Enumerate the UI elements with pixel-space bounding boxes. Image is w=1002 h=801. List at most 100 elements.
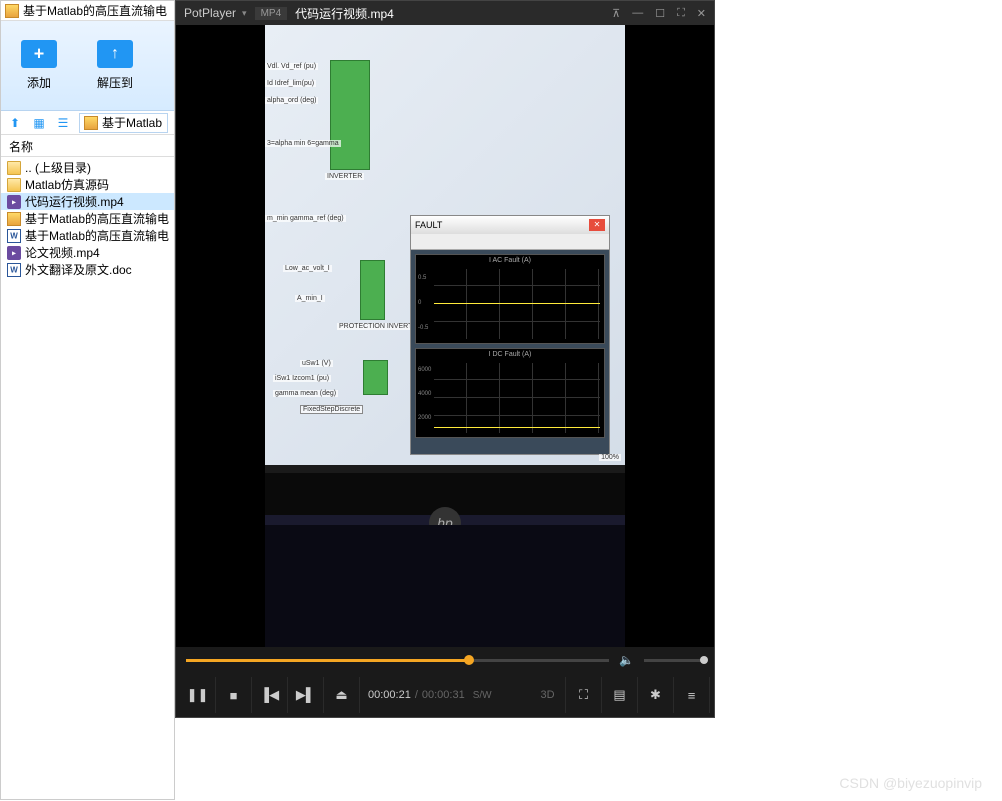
add-icon [21,40,57,68]
seek-bar[interactable] [186,659,609,662]
total-time: 00:00:31 [422,689,465,701]
nav-bar: ⬆ ▦ ☰ 基于Matlab [1,111,174,135]
inverter-label: INVERTER [325,173,364,180]
volume-thumb[interactable] [700,656,708,664]
scope2-title: I DC Fault (A) [416,349,604,360]
video-frame: INVERTER PROTECTION INVERTER FixedStepDi… [265,25,625,647]
doc-icon [7,229,21,243]
path-text: 基于Matlab [102,114,162,131]
signal-label: alpha_ord (deg) [265,97,318,104]
chevron-down-icon[interactable]: ▾ [242,8,247,19]
3d-button[interactable]: 3D [530,677,566,713]
ytick: 0 [418,300,421,306]
fault-titlebar: FAULT ✕ [411,216,609,234]
player-titlebar[interactable]: PotPlayer ▾ MP4 代码运行视频.mp4 ⊼ — ☐ ⛶ ✕ [176,1,714,25]
folder-icon [7,178,21,192]
list-item[interactable]: 代码运行视频.mp4 [1,193,174,210]
scope-trace [434,303,600,304]
list-item[interactable]: Matlab仿真源码 [1,176,174,193]
playlist-button[interactable]: ▤ [602,677,638,713]
fullscreen-icon[interactable]: ⛶ [677,7,685,20]
list-icon[interactable]: ☰ [55,115,71,131]
scope-trace [434,427,600,428]
fault-toolbar [411,234,609,250]
item-name: 论文视频.mp4 [25,244,100,261]
list-item[interactable]: .. (上级目录) [1,159,174,176]
ytick: 2000 [418,415,431,421]
zoom-label: 100% [599,454,621,461]
fault-title-text: FAULT [415,220,442,230]
signal-label: Vdl. Vd_ref (pu) [265,63,318,70]
prev-button[interactable]: ▐◀ [252,677,288,713]
item-name: 代码运行视频.mp4 [25,193,124,210]
signal-label: 3=alpha min 6=gamma [265,140,341,147]
signal-label: iSw1 Izcom1 (pu) [273,375,331,382]
decode-mode: S/W [473,690,492,701]
scope1-title: I AC Fault (A) [416,255,604,266]
pdf-icon [7,212,21,226]
minimize-icon[interactable]: — [632,7,643,20]
gamma-block [363,360,388,395]
fixed-step-label: FixedStepDiscrete [300,405,363,414]
menu-button[interactable]: ≡ [674,677,710,713]
list-item[interactable]: 基于Matlab的高压直流输电 [1,227,174,244]
volume-icon[interactable]: 🔈 [619,653,634,667]
signal-label: A_min_I [295,295,325,302]
list-item[interactable]: 外文翻译及原文.doc [1,261,174,278]
view-icon[interactable]: ▦ [31,115,47,131]
add-label: 添加 [27,74,51,91]
file-manager-toolbar: 添加 解压到 [1,21,174,111]
window-title: 基于Matlab的高压直流输电 [23,2,167,19]
maximize-icon[interactable]: ☐ [655,7,665,20]
close-icon[interactable]: ✕ [697,7,706,20]
seek-thumb[interactable] [464,655,474,665]
ytick: 4000 [418,391,431,397]
add-button[interactable]: 添加 [21,40,57,91]
video-filename: 代码运行视频.mp4 [295,5,394,22]
protection-block [360,260,385,320]
ytick: 0.5 [418,275,426,281]
signal-label: Low_ac_volt_I [283,265,332,272]
pause-button[interactable]: ❚❚ [180,677,216,713]
column-header-name[interactable]: 名称 [1,135,174,157]
fault-window: FAULT ✕ I AC Fault (A) 0.5 0 -0.5 I DC F… [410,215,610,455]
extract-button[interactable]: 解压到 [97,40,133,91]
file-list: .. (上级目录)Matlab仿真源码代码运行视频.mp4基于Matlab的高压… [1,157,174,280]
signal-label: gamma mean (deg) [273,390,338,397]
stop-button[interactable]: ■ [216,677,252,713]
format-badge: MP4 [255,7,288,20]
volume-slider[interactable] [644,659,704,662]
extract-label: 解压到 [97,74,133,91]
ytick: -0.5 [418,325,428,331]
time-display: 00:00:21 / 00:00:31 S/W [360,689,500,701]
current-time: 00:00:21 [368,689,411,701]
seek-fill [186,659,469,662]
eject-button[interactable]: ⏏ [324,677,360,713]
file-manager-titlebar: 基于Matlab的高压直流输电 [1,1,174,21]
pin-icon[interactable]: ⊼ [612,7,620,20]
archive-icon [5,4,19,18]
item-name: .. (上级目录) [25,159,91,176]
mp4-icon [7,195,21,209]
scope-dc-fault: I DC Fault (A) 6000 4000 2000 [415,348,605,438]
app-name: PotPlayer [184,6,236,20]
list-item[interactable]: 论文视频.mp4 [1,244,174,261]
item-name: Matlab仿真源码 [25,176,109,193]
extract-icon [97,40,133,68]
archive-icon [84,116,98,130]
signal-label: m_min gamma_ref (deg) [265,215,346,222]
file-manager-window: 基于Matlab的高压直流输电 添加 解压到 ⬆ ▦ ☰ 基于Matlab 名称… [0,0,175,800]
settings-button[interactable]: ✱ [638,677,674,713]
signal-label: Id Idref_lim(pu) [265,80,316,87]
item-name: 基于Matlab的高压直流输电 [25,210,169,227]
capture-button[interactable]: ⛶ [566,677,602,713]
fault-close-icon: ✕ [589,219,605,231]
next-button[interactable]: ▶▌ [288,677,324,713]
path-field[interactable]: 基于Matlab [79,113,168,133]
ytick: 6000 [418,367,431,373]
list-item[interactable]: 基于Matlab的高压直流输电 [1,210,174,227]
watermark: CSDN @biyezuopinvip [839,775,982,791]
simulink-canvas: INVERTER PROTECTION INVERTER FixedStepDi… [265,25,625,465]
video-area[interactable]: INVERTER PROTECTION INVERTER FixedStepDi… [176,25,714,647]
up-icon[interactable]: ⬆ [7,115,23,131]
